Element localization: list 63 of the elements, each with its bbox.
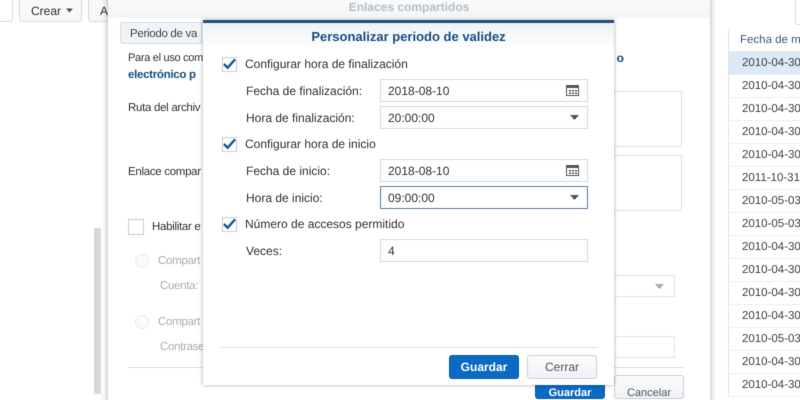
dropdown[interactable]: 09:00:00: [380, 186, 588, 209]
date-field[interactable]: 2018-08-10: [380, 159, 588, 182]
caret-icon: [655, 284, 664, 288]
table-cell-text: 2010-05-03: [741, 333, 800, 345]
close-button[interactable]: Cerrar: [527, 355, 597, 379]
link-text[interactable]: o: [616, 50, 624, 64]
check-icon: [223, 218, 236, 230]
column-header[interactable]: Fecha de m: [729, 34, 800, 46]
link-text[interactable]: electrónico p: [128, 68, 196, 80]
scrollbar[interactable]: [94, 228, 101, 394]
table-cell-text: 2010-04-30: [741, 80, 800, 92]
table-cell-text: 2010-04-30: [741, 57, 800, 69]
dialog-title: Enlaces compartidos: [108, 0, 710, 18]
checkbox[interactable]: [222, 56, 237, 72]
checkbox-label: Habilitar e: [152, 221, 200, 233]
table-cell-text: 2010-04-30: [741, 103, 800, 115]
caret-icon: [66, 8, 74, 13]
check-icon: [223, 58, 236, 70]
date-field[interactable]: 2018-08-10: [380, 79, 588, 102]
table-cell-text: 2010-04-30: [741, 264, 800, 276]
radio-label: Compart: [158, 316, 200, 328]
field-label: Contrase: [160, 341, 204, 353]
table-cell-text: 2010-04-30: [741, 310, 800, 322]
table-cell-text: 2011-10-31: [741, 172, 800, 184]
tab[interactable]: Periodo de va: [120, 22, 202, 44]
checkbox[interactable]: [128, 219, 144, 235]
cancel-button[interactable]: Cancelar: [614, 375, 684, 399]
description-text: Para el uso com: [128, 52, 203, 64]
toolbar-button[interactable]: Crear: [19, 0, 82, 22]
field-label: Fecha de inicio:: [246, 164, 332, 178]
field-label: Veces:: [246, 244, 284, 258]
field-label: Enlace compar: [128, 166, 201, 178]
checkbox[interactable]: [222, 216, 237, 232]
field-label: Ruta del archiv: [128, 102, 200, 114]
calendar-icon: [566, 85, 579, 96]
caret-icon: [570, 115, 579, 120]
dropdown[interactable]: [615, 275, 675, 297]
table-row[interactable]: 2010-04-30: [729, 52, 800, 75]
table-cell-text: 2010-04-30: [741, 126, 800, 138]
table-cell-text: 2010-04-30: [741, 379, 800, 391]
checkbox-label: Número de accesos permitido: [245, 217, 404, 231]
radio-label: Compart: [158, 255, 200, 267]
checkbox-label: Configurar hora de inicio: [245, 137, 376, 151]
checkbox-label: Configurar hora de finalización: [245, 57, 408, 71]
table-cell-text: 2010-04-30: [741, 287, 800, 299]
field-label: Hora de finalización:: [246, 110, 356, 124]
dropdown[interactable]: 20:00:00: [380, 106, 588, 129]
field-label: Cuenta:: [160, 280, 198, 292]
table-cell-text: 2010-04-30: [741, 356, 800, 368]
checkbox[interactable]: [222, 136, 237, 152]
check-icon: [223, 138, 236, 150]
table-cell-text: 2010-05-03: [741, 195, 800, 207]
save-button[interactable]: Guardar: [449, 355, 519, 379]
calendar-icon: [566, 165, 579, 176]
table-cell-text: 2010-04-30: [741, 149, 800, 161]
field-label: Hora de inicio:: [246, 190, 324, 204]
field-label: Fecha de finalización:: [246, 84, 364, 98]
dialog-title: Personalizar periodo de validez: [203, 23, 614, 51]
table-cell-text: 2010-05-03: [741, 218, 800, 230]
input-field[interactable]: [615, 336, 675, 358]
input-field[interactable]: 4: [380, 239, 588, 262]
table-cell-text: 2010-04-30: [741, 241, 800, 253]
caret-icon: [570, 195, 579, 200]
